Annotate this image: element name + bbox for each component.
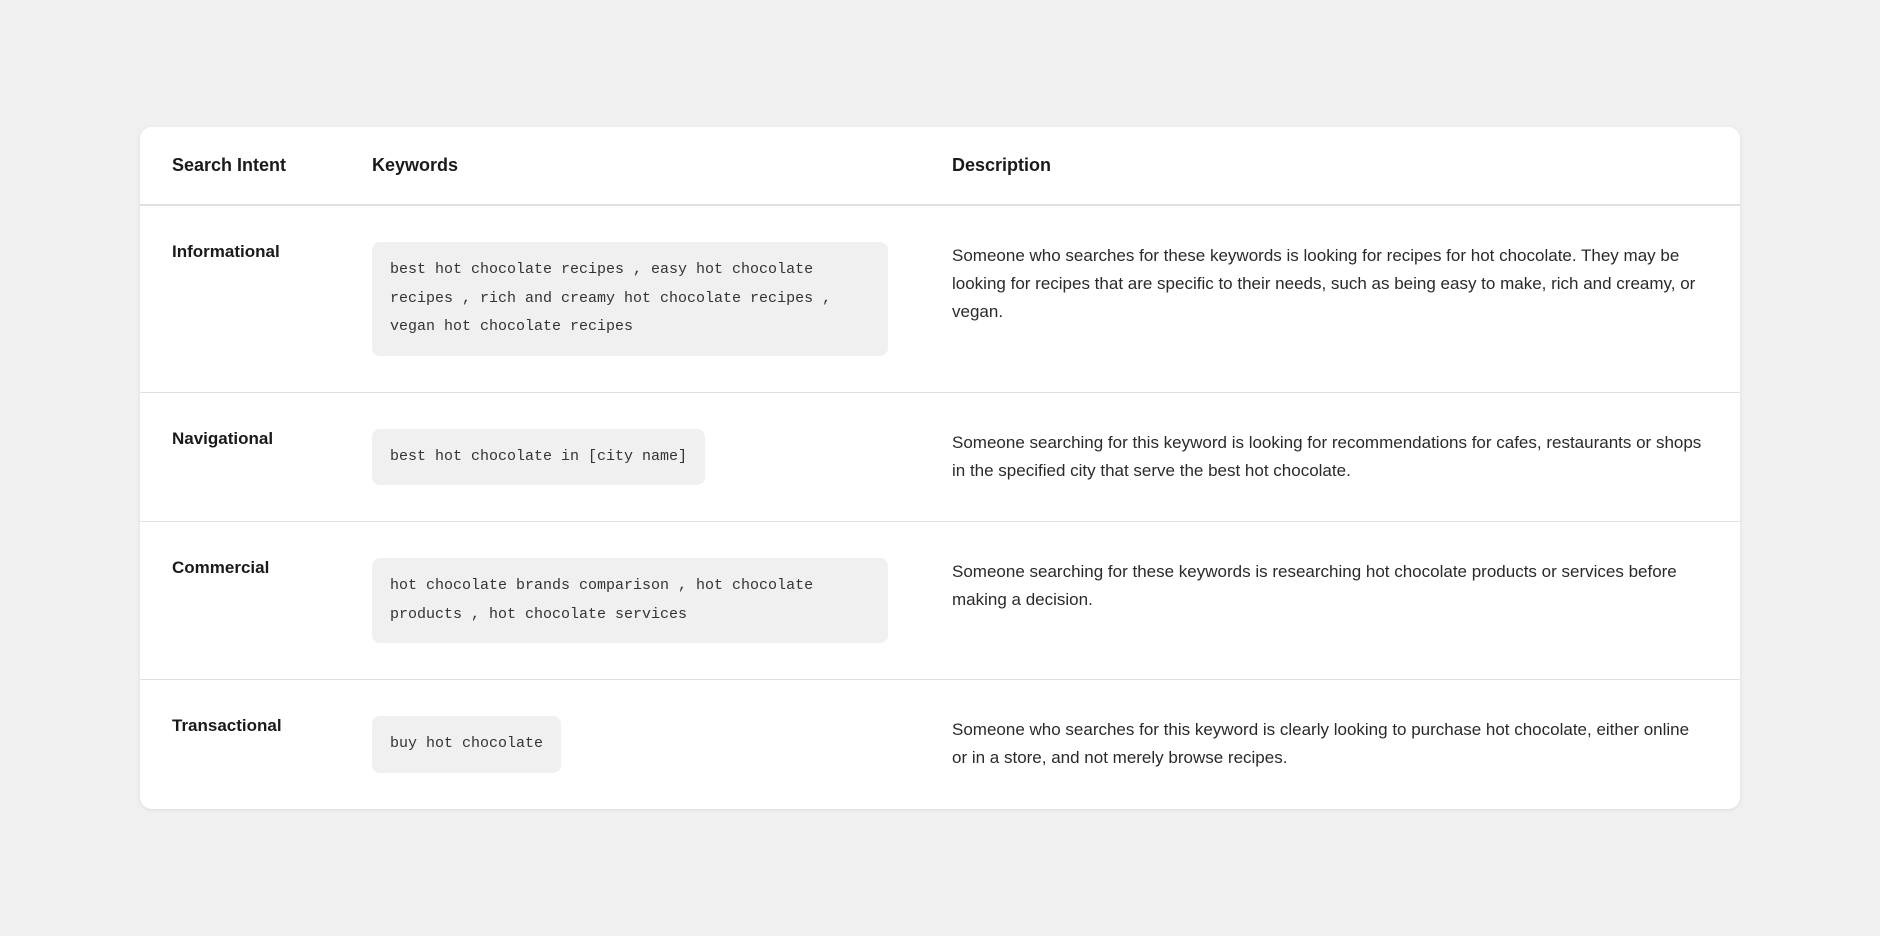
keywords-box: best hot chocolate in [city name] xyxy=(372,429,705,486)
cell-intent: Informational xyxy=(140,205,340,392)
cell-keywords: hot chocolate brands comparison , hot ch… xyxy=(340,522,920,680)
header-keywords: Keywords xyxy=(340,127,920,205)
cell-description: Someone searching for this keyword is lo… xyxy=(920,392,1740,522)
table-row: Navigational best hot chocolate in [city … xyxy=(140,392,1740,522)
cell-intent: Commercial xyxy=(140,522,340,680)
cell-description: Someone searching for these keywords is … xyxy=(920,522,1740,680)
header-description: Description xyxy=(920,127,1740,205)
table-row: Commercial hot chocolate brands compariso… xyxy=(140,522,1740,680)
table-row: Informational best hot chocolate recipes … xyxy=(140,205,1740,392)
table-row: Transactional buy hot chocolate Someone wh… xyxy=(140,680,1740,809)
table-header-row: Search Intent Keywords Description xyxy=(140,127,1740,205)
keywords-box: best hot chocolate recipes , easy hot ch… xyxy=(372,242,888,356)
cell-description: Someone who searches for these keywords … xyxy=(920,205,1740,392)
cell-keywords: buy hot chocolate xyxy=(340,680,920,809)
keywords-box: buy hot chocolate xyxy=(372,716,561,773)
cell-intent: Transactional xyxy=(140,680,340,809)
cell-keywords: best hot chocolate recipes , easy hot ch… xyxy=(340,205,920,392)
header-intent: Search Intent xyxy=(140,127,340,205)
keywords-box: hot chocolate brands comparison , hot ch… xyxy=(372,558,888,643)
search-intent-table: Search Intent Keywords Description Infor… xyxy=(140,127,1740,809)
cell-keywords: best hot chocolate in [city name] xyxy=(340,392,920,522)
cell-intent: Navigational xyxy=(140,392,340,522)
cell-description: Someone who searches for this keyword is… xyxy=(920,680,1740,809)
